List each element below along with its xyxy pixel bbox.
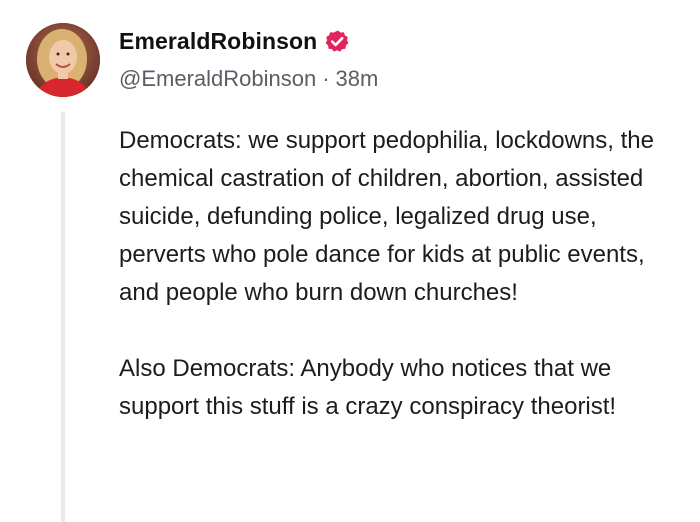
name-row: EmeraldRobinson [119, 26, 378, 56]
timestamp[interactable]: 38m [336, 66, 379, 91]
avatar-image [26, 23, 100, 97]
thread-line [61, 112, 65, 522]
post-paragraph: Democrats: we support pedophilia, lockdo… [119, 127, 654, 306]
post-paragraph: Also Democrats: Anybody who notices that… [119, 355, 617, 420]
avatar[interactable] [26, 23, 100, 97]
post-header: EmeraldRobinson @EmeraldRobinson · 38m [119, 26, 378, 94]
display-name[interactable]: EmeraldRobinson [119, 28, 317, 55]
meta-row: @EmeraldRobinson · 38m [119, 64, 378, 94]
verified-badge-icon [324, 28, 350, 54]
meta-separator: · [322, 66, 330, 91]
post-body: Democrats: we support pedophilia, lockdo… [119, 122, 689, 464]
post-card: EmeraldRobinson @EmeraldRobinson · 38m Dem… [0, 0, 700, 522]
handle[interactable]: @EmeraldRobinson [119, 66, 316, 91]
